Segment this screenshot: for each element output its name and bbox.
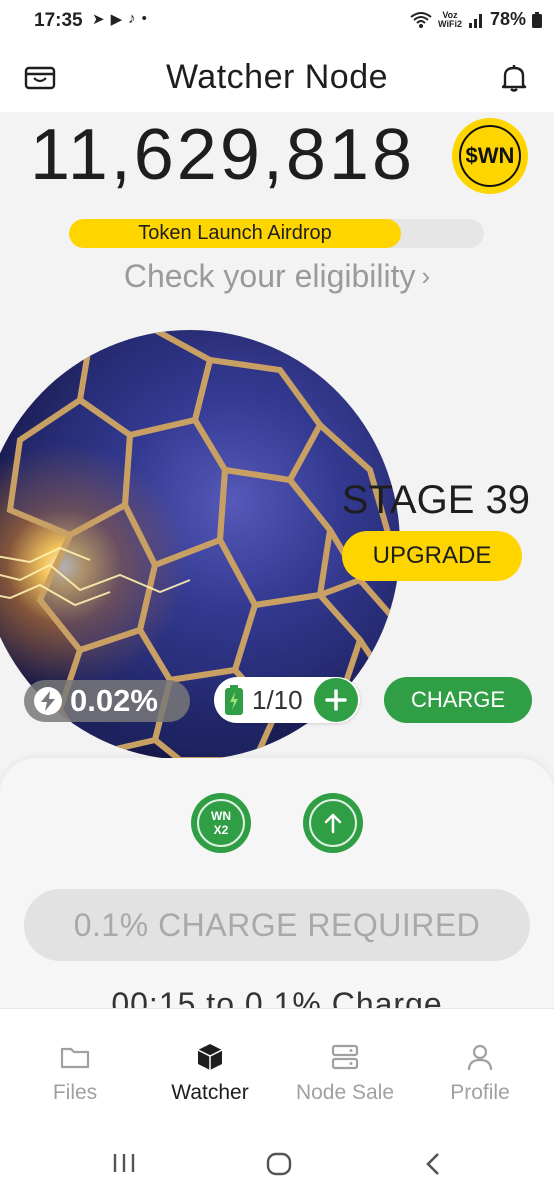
battery-icon [225,685,243,715]
up-ring [309,799,357,847]
wifi-icon [410,11,432,28]
signal-icon [468,13,482,28]
add-battery-button[interactable] [314,678,358,722]
nav-files[interactable]: Files [6,1009,144,1119]
chevron-right-icon: › [421,261,431,291]
bottom-nav: Files Watcher Node Sale Profile [0,1008,554,1118]
charge-card: WN X2 0.1% CHARGE REQUIRED 00:15 to 0.1%… [0,758,554,1018]
youtube-icon: ▶ [110,11,123,28]
eligibility-text: Check your eligibility [123,258,416,294]
recent-apps-button[interactable] [112,1152,136,1179]
recents-icon [113,1154,135,1172]
battery-count: 1/10 [252,684,303,715]
more-dot-icon: • [141,10,147,27]
wn-x2-button[interactable]: WN X2 [191,793,251,853]
person-icon [467,1044,493,1071]
battery-pill: 1/10 [214,677,360,723]
upgrade-button[interactable]: UPGRADE [342,531,522,581]
plus-icon [325,689,347,711]
app-header: Watcher Node [0,44,554,112]
home-icon [266,1152,292,1176]
nav-profile[interactable]: Profile [411,1009,549,1119]
page-title: Watcher Node [165,58,389,96]
wn-ring [197,799,245,847]
airdrop-progress-bar[interactable]: Token Launch Airdrop [69,219,484,248]
nav-label: Profile [450,1081,510,1104]
nav-watcher[interactable]: Watcher [141,1009,279,1119]
volte-indicator: Voz WiFi2 [438,10,462,29]
eligibility-link[interactable]: Check your eligibility › [0,258,554,295]
status-bar: 17:35 ➤ ▶ ♪ • Voz WiFi2 78% [0,0,554,44]
nav-label: Node Sale [295,1081,395,1104]
charge-percent: 0.02% [70,683,158,718]
bell-icon[interactable] [498,62,530,94]
stage-label: STAGE 39 [341,478,530,522]
nav-label: Files [52,1081,98,1104]
cube-icon [197,1044,223,1070]
battery-percent: 78% [489,9,526,29]
home-button[interactable] [266,1152,292,1181]
token-balance: 11,629,818 [30,115,416,195]
telegram-icon: ➤ [92,11,105,28]
system-nav-bar [0,1118,554,1200]
back-chevron-icon [426,1153,439,1175]
token-badge[interactable]: $WN [452,118,528,194]
boost-up-button[interactable] [303,793,363,853]
nav-label: Watcher [171,1081,249,1104]
server-icon [331,1044,359,1070]
back-button[interactable] [424,1152,442,1181]
charge-button[interactable]: CHARGE [384,677,532,723]
wifi-label: WiFi2 [438,18,462,29]
airdrop-label: Token Launch Airdrop [138,222,332,244]
badge-ring [459,125,521,187]
battery-status-icon [532,11,542,28]
nav-node-sale[interactable]: Node Sale [276,1009,414,1119]
bolt-icon [34,687,62,715]
folder-icon [60,1047,90,1069]
tiktok-icon: ♪ [128,10,136,27]
status-time: 17:35 [34,10,83,31]
charge-required-button[interactable]: 0.1% CHARGE REQUIRED [24,889,530,961]
status-right: Voz WiFi2 78% [410,9,542,30]
charge-percent-pill: 0.02% [24,680,190,722]
notification-icons: ➤ ▶ ♪ • [92,10,147,28]
